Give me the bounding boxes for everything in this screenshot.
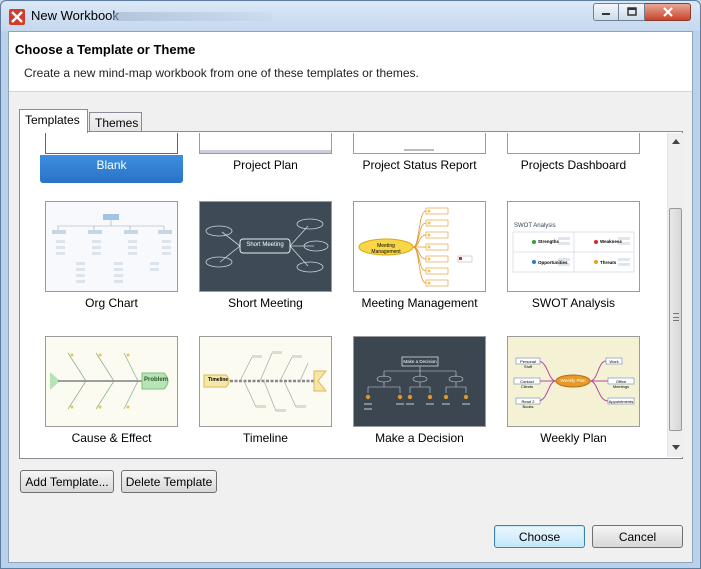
template-label: Cause & Effect (71, 431, 152, 445)
add-template-button[interactable]: Add Template... (20, 470, 114, 493)
template-thumbnail: Weekly Plan Personal Stuff Work Contact … (507, 336, 640, 427)
weekly-appointments-label: Appointments (608, 399, 634, 404)
arrow-up-icon (672, 138, 680, 144)
template-label: Projects Dashboard (520, 158, 627, 172)
org-chart-preview (46, 202, 177, 291)
swot-preview (512, 231, 635, 273)
template-label: Timeline (243, 431, 288, 445)
dialog-client-area: Choose a Template or Theme Create a new … (8, 31, 693, 563)
tab-themes[interactable]: Themes (89, 112, 142, 133)
grip-icon (673, 313, 679, 321)
template-label: Make a Decision (375, 431, 464, 445)
template-thumbnail: SWOT Analysis Strengths Weakness Opportu… (507, 201, 640, 292)
timeline-center-label: Timeline (208, 377, 229, 383)
make-decision-preview (364, 356, 470, 410)
template-thumbnail (45, 133, 178, 154)
template-thumbnail (45, 201, 178, 292)
template-thumbnail (507, 133, 640, 154)
weekly-read-label: Read 2 Books (521, 399, 535, 409)
weekly-center-label: Weekly Plan (560, 378, 586, 383)
swot-strengths-label: Strengths (538, 239, 560, 244)
template-thumbnail: Meeting Management (353, 201, 486, 292)
meeting-center-label: Meeting Management (371, 243, 401, 255)
template-thumbnail: Make a Decision (353, 336, 486, 427)
template-label: Short Meeting (228, 296, 303, 310)
delete-template-button[interactable]: Delete Template (121, 470, 217, 493)
template-label: Project Plan (233, 158, 298, 172)
template-thumbnail: Short Meeting (199, 201, 332, 292)
close-icon (662, 7, 673, 17)
maximize-button[interactable] (619, 3, 645, 21)
template-thumbnail: Problem (45, 336, 178, 427)
window-title: New Workbook (31, 8, 119, 23)
tab-templates[interactable]: Templates (19, 109, 88, 133)
templates-grid: Blank Project Plan Project Status Report (21, 133, 666, 457)
weekly-meetings-label: Office Meetings (612, 379, 630, 389)
template-label: Meeting Management (361, 296, 478, 310)
cause-problem-label: Problem (144, 377, 169, 383)
swot-threats-label: Threats (600, 260, 617, 265)
template-label: Weekly Plan (540, 431, 607, 445)
selection-highlight: Blank (40, 155, 183, 183)
close-button[interactable] (645, 3, 691, 21)
dialog-description: Create a new mind-map workbook from one … (24, 66, 419, 80)
template-label: Blank (96, 158, 127, 172)
new-workbook-window: New Workbook Choose a Template or Theme … (0, 0, 701, 569)
vertical-scrollbar[interactable] (667, 133, 683, 457)
short-meeting-center-label: Short Meeting (246, 242, 284, 248)
minimize-button[interactable] (593, 3, 619, 21)
dialog-header: Choose a Template or Theme Create a new … (9, 32, 692, 92)
maximize-icon (626, 7, 637, 16)
scroll-up-button[interactable] (668, 133, 684, 149)
weekly-work-label: Work (609, 359, 619, 364)
weekly-personal-label: Personal Stuff (520, 359, 536, 369)
template-label: Project Status Report (362, 158, 477, 172)
weekly-contact-label: Contact Clients (520, 379, 534, 389)
title-blur (113, 12, 273, 21)
minimize-icon (602, 13, 610, 15)
dialog-title: Choose a Template or Theme (15, 42, 196, 57)
template-thumbnail (199, 133, 332, 154)
template-label: Org Chart (85, 296, 138, 310)
scrollbar-thumb[interactable] (669, 208, 682, 431)
templates-panel: Blank Project Plan Project Status Report (19, 131, 683, 459)
swot-title-label: SWOT Analysis (514, 223, 556, 229)
decision-center-label: Make a Decision (403, 359, 437, 364)
xmind-app-icon (9, 9, 25, 25)
template-thumbnail (353, 133, 486, 154)
scroll-down-button[interactable] (668, 439, 684, 455)
swot-opportunities-label: Opportunities (538, 260, 568, 265)
template-label: SWOT Analysis (531, 296, 616, 310)
swot-weakness-label: Weakness (600, 239, 622, 244)
choose-button[interactable]: Choose (494, 525, 585, 548)
template-thumbnail: Timeline (199, 336, 332, 427)
cancel-button[interactable]: Cancel (592, 525, 683, 548)
title-bar[interactable]: New Workbook (1, 1, 700, 31)
arrow-down-icon (672, 444, 680, 450)
